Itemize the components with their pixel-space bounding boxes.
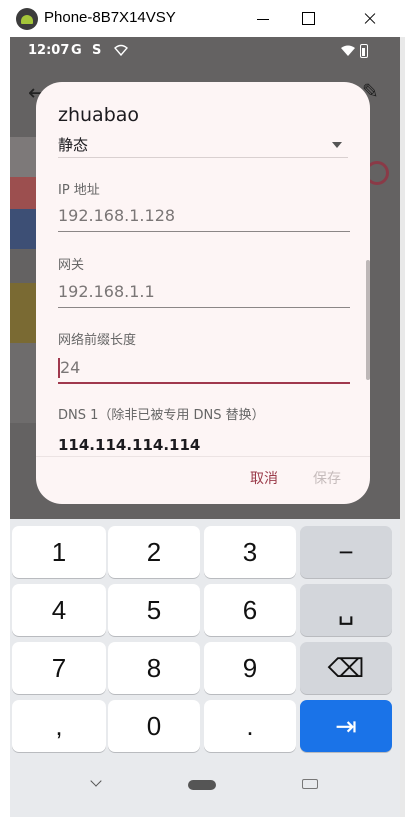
dns1-value[interactable]: 114.114.114.114 <box>58 436 200 454</box>
google-g-icon: G <box>71 43 82 58</box>
key-7[interactable]: 7 <box>12 642 106 694</box>
android-logo-icon <box>16 8 38 30</box>
network-settings-dialog: zhuabao 静态 IP 地址 192.168.1.128 网关 192.16… <box>36 82 370 504</box>
key-9[interactable]: 9 <box>204 642 296 694</box>
space-key-icon[interactable]: ␣ <box>300 584 392 636</box>
dropdown-arrow-icon <box>332 142 342 148</box>
gateway-label: 网关 <box>58 258 85 273</box>
dialog-scrollbar[interactable] <box>366 260 370 380</box>
window-title-bar: Phone-8B7X14VSY <box>0 0 405 37</box>
keyboard-switch-icon[interactable] <box>302 779 318 789</box>
phone-screen: 12:07 G S ← ✎ zhuabao 静态 IP 地址 192.168.1… <box>10 37 400 817</box>
key-4[interactable]: 4 <box>12 584 106 636</box>
next-tab-key-icon[interactable]: ⇥ <box>300 700 392 752</box>
wifi-off-icon <box>114 44 128 56</box>
key-0[interactable]: 0 <box>108 700 200 752</box>
key-8[interactable]: 8 <box>108 642 200 694</box>
minimize-button[interactable] <box>249 6 279 32</box>
ip-address-value: 192.168.1.128 <box>58 206 176 225</box>
keyboard-nav-bar <box>10 765 400 817</box>
prefix-length-value: 24 <box>60 358 81 377</box>
background-panel <box>10 137 36 177</box>
gateway-field[interactable]: 192.168.1.1 <box>58 278 350 308</box>
close-window-button[interactable] <box>355 6 385 32</box>
background-panel <box>10 343 36 423</box>
key-6[interactable]: 6 <box>204 584 296 636</box>
hide-keyboard-icon[interactable] <box>90 775 102 787</box>
ip-settings-dropdown[interactable]: 静态 <box>58 134 348 158</box>
wifi-icon <box>341 45 355 56</box>
maximize-button[interactable] <box>293 6 323 32</box>
ip-address-field[interactable]: 192.168.1.128 <box>58 202 350 232</box>
save-button[interactable]: 保存 <box>313 468 341 488</box>
window-title: Phone-8B7X14VSY <box>44 9 176 26</box>
background-panel <box>10 283 36 343</box>
ip-settings-value: 静态 <box>58 136 89 154</box>
backspace-key-icon[interactable]: ⌫ <box>300 642 392 694</box>
screen: Phone-8B7X14VSY 12:07 G S ← ✎ zhuabao 静态 <box>0 0 405 817</box>
s-app-icon: S <box>92 43 102 58</box>
numeric-keyboard: 1 2 3 − 4 5 6 ␣ 7 8 9 ⌫ , 0 . ⇥ <box>10 519 400 817</box>
key-comma[interactable]: , <box>12 700 106 752</box>
background-panel <box>10 209 36 249</box>
window-edge <box>400 37 405 817</box>
key-period[interactable]: . <box>204 700 296 752</box>
dialog-title: zhuabao <box>58 104 140 126</box>
key-1[interactable]: 1 <box>12 526 106 578</box>
ip-address-label: IP 地址 <box>58 183 100 198</box>
key-minus[interactable]: − <box>300 526 392 578</box>
key-2[interactable]: 2 <box>108 526 200 578</box>
actions-divider <box>36 456 370 457</box>
cancel-button[interactable]: 取消 <box>250 468 278 488</box>
background-panel <box>10 177 36 209</box>
key-5[interactable]: 5 <box>108 584 200 636</box>
key-3[interactable]: 3 <box>204 526 296 578</box>
status-bar: 12:07 G S <box>10 37 400 65</box>
dns1-label: DNS 1（除非已被专用 DNS 替换） <box>58 408 265 423</box>
prefix-length-label: 网络前缀长度 <box>58 333 137 348</box>
prefix-length-field[interactable]: 24 <box>58 354 350 384</box>
status-time: 12:07 <box>28 43 70 58</box>
battery-icon <box>360 44 368 58</box>
home-handle-icon[interactable] <box>188 780 216 790</box>
gateway-value: 192.168.1.1 <box>58 282 155 301</box>
